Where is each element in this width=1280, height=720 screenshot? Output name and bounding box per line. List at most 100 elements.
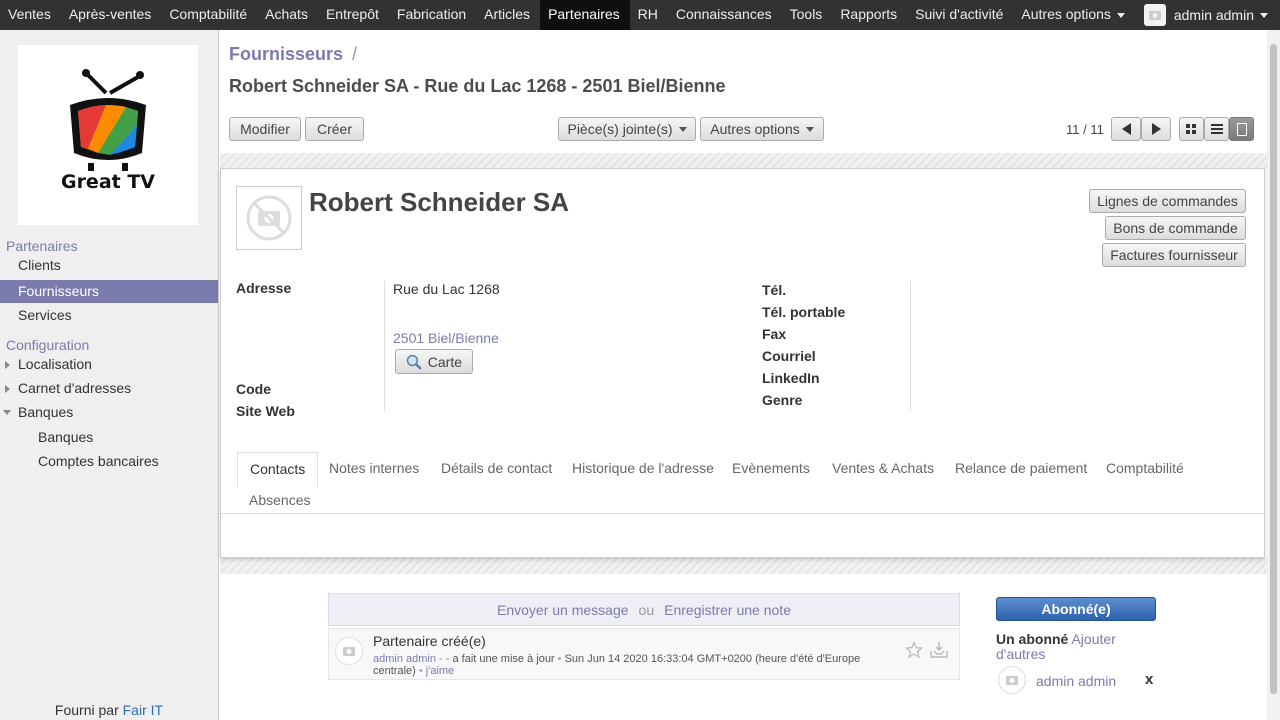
- sidebar: Great TV Partenaires Clients Fournisseur…: [0, 30, 219, 720]
- tab-address-history[interactable]: Historique de l'adresse: [572, 460, 714, 476]
- sidebar-section-partners: Partenaires: [6, 238, 78, 254]
- menu-item-fabrication[interactable]: Fabrication: [389, 0, 476, 30]
- message-action: a fait une mise à jour: [452, 653, 555, 665]
- menu-item-label: Partenaires: [548, 6, 620, 22]
- partner-image[interactable]: [236, 186, 302, 250]
- menu-item-connaissances[interactable]: Connaissances: [668, 0, 782, 30]
- chevron-down-icon: [1260, 12, 1268, 18]
- menu-item-rh[interactable]: RH: [630, 0, 668, 30]
- main-content: Fournisseurs / Robert Schneider SA - Rue…: [220, 30, 1267, 720]
- no-image-icon: [246, 195, 292, 241]
- previous-button[interactable]: [1111, 117, 1141, 141]
- menu-item-label: Ventes: [8, 6, 51, 22]
- menu-item-label: Comptabilité: [169, 6, 248, 22]
- menu-item-label: Après-ventes: [68, 6, 152, 22]
- code-label: Code: [236, 381, 271, 397]
- list-view-button[interactable]: [1204, 117, 1229, 141]
- form-icon: [1236, 122, 1247, 136]
- menu-item-label: Entrepôt: [325, 6, 379, 22]
- author-avatar: [335, 637, 363, 665]
- breadcrumb-link[interactable]: Fournisseurs: [229, 44, 343, 64]
- menu-item-partenaires[interactable]: Partenaires: [540, 0, 630, 30]
- sidebar-item-carnet[interactable]: Carnet d'adresses: [0, 377, 218, 400]
- vendor-bills-button[interactable]: Factures fournisseur: [1102, 243, 1246, 267]
- star-icon[interactable]: [905, 641, 923, 659]
- sidebar-item-localisation[interactable]: Localisation: [0, 353, 218, 376]
- like-link[interactable]: j'aime: [426, 665, 454, 677]
- tab-sales-purchases[interactable]: Ventes & Achats: [832, 460, 934, 476]
- follower-name[interactable]: admin admin: [1036, 673, 1116, 689]
- create-button[interactable]: Créer: [305, 117, 364, 141]
- purchase-orders-button[interactable]: Bons de commande: [1105, 216, 1246, 240]
- camera-icon: [1148, 11, 1161, 20]
- menu-item-label: Articles: [484, 6, 531, 22]
- separator-dot: •: [557, 653, 562, 665]
- tab-contacts[interactable]: Contacts: [237, 452, 319, 487]
- menu-item-articles[interactable]: Articles: [476, 0, 540, 30]
- menu-item-label: Tools: [789, 6, 823, 22]
- tab-payment-followup[interactable]: Relance de paiement: [955, 460, 1087, 476]
- menu-item-tools[interactable]: Tools: [782, 0, 833, 30]
- page-scrollbar[interactable]: [1267, 30, 1280, 720]
- sidebar-item-services[interactable]: Services: [0, 304, 218, 327]
- city-value[interactable]: 2501 Biel/Bienne: [393, 330, 499, 346]
- chevron-down-icon: [805, 126, 814, 132]
- tab-accounting[interactable]: Comptabilité: [1106, 460, 1184, 476]
- menu-item-autres-options[interactable]: Autres options: [1013, 0, 1135, 30]
- menu-item-label: Connaissances: [675, 6, 772, 22]
- street-value: Rue du Lac 1268: [393, 281, 500, 297]
- send-message-link[interactable]: Envoyer un message: [497, 602, 629, 618]
- attachments-dropdown[interactable]: Pièce(s) jointe(s): [558, 117, 696, 141]
- menu-item-achats[interactable]: Achats: [257, 0, 318, 30]
- tab-events[interactable]: Evènements: [732, 460, 810, 476]
- or-text: ou: [638, 601, 655, 618]
- menu-item-label: Autres options: [1021, 6, 1111, 22]
- powered-by-link[interactable]: Fair IT: [123, 702, 163, 718]
- sidebar-item-clients[interactable]: Clients: [0, 254, 218, 277]
- menu-item-ventes[interactable]: Ventes: [0, 0, 61, 30]
- kanban-view-button[interactable]: [1179, 117, 1204, 141]
- map-button[interactable]: Carte: [395, 349, 473, 374]
- user-name: admin admin: [1173, 7, 1254, 23]
- sidebar-item-banques-sub[interactable]: Banques: [0, 426, 218, 449]
- scrollbar-thumb[interactable]: [1270, 44, 1277, 694]
- company-logo: Great TV: [18, 45, 198, 225]
- address-label: Adresse: [236, 280, 292, 296]
- tab-contact-details[interactable]: Détails de contact: [441, 460, 552, 476]
- sidebar-item-fournisseurs[interactable]: Fournisseurs: [0, 280, 218, 303]
- menu-item-entrepot[interactable]: Entrepôt: [318, 0, 389, 30]
- menu-item-label: RH: [637, 6, 658, 22]
- fax-label: Fax: [762, 326, 787, 342]
- followed-button[interactable]: Abonné(e): [996, 597, 1156, 621]
- user-menu[interactable]: admin admin: [1134, 0, 1280, 30]
- chevron-right-icon: [5, 361, 10, 369]
- mobile-label: Tél. portable: [762, 304, 846, 320]
- log-note-link[interactable]: Enregistrer une note: [664, 602, 791, 618]
- menu-item-suivi-d-activite[interactable]: Suivi d'activité: [907, 0, 1013, 30]
- next-button[interactable]: [1141, 117, 1171, 141]
- follower-item: admin admin x: [996, 666, 1156, 696]
- sidebar-item-banques[interactable]: Banques: [0, 401, 218, 424]
- edit-button[interactable]: Modifier: [229, 117, 301, 141]
- order-lines-button[interactable]: Lignes de commandes: [1089, 189, 1246, 213]
- author-link[interactable]: admin admin - -: [373, 653, 449, 665]
- sheet-background-top: [220, 153, 1267, 169]
- tab-absences[interactable]: Absences: [249, 492, 310, 508]
- remove-follower-icon[interactable]: x: [1145, 671, 1153, 688]
- menu-item-apres-ventes[interactable]: Après-ventes: [61, 0, 161, 30]
- main-menu: Ventes Après-ventes Comptabilité Achats Entr…: [0, 0, 1135, 30]
- partner-name: Robert Schneider SA: [309, 187, 570, 217]
- menu-item-label: Achats: [265, 6, 308, 22]
- chevron-right-icon: [5, 385, 10, 393]
- breadcrumb-separator: /: [352, 44, 358, 64]
- chatter-compose-bar: Envoyer un message ou Enregistrer une no…: [328, 593, 960, 626]
- menu-item-rapports[interactable]: Rapports: [832, 0, 907, 30]
- form-view-button[interactable]: [1229, 117, 1254, 141]
- powered-by: Fourni par Fair IT: [0, 702, 218, 718]
- tab-internal-notes[interactable]: Notes internes: [329, 460, 419, 476]
- more-options-dropdown[interactable]: Autres options: [700, 117, 824, 141]
- sidebar-item-comptes[interactable]: Comptes bancaires: [0, 450, 218, 473]
- menu-item-comptabilite[interactable]: Comptabilité: [161, 0, 257, 30]
- archive-icon[interactable]: [929, 641, 949, 659]
- email-label: Courriel: [762, 348, 816, 364]
